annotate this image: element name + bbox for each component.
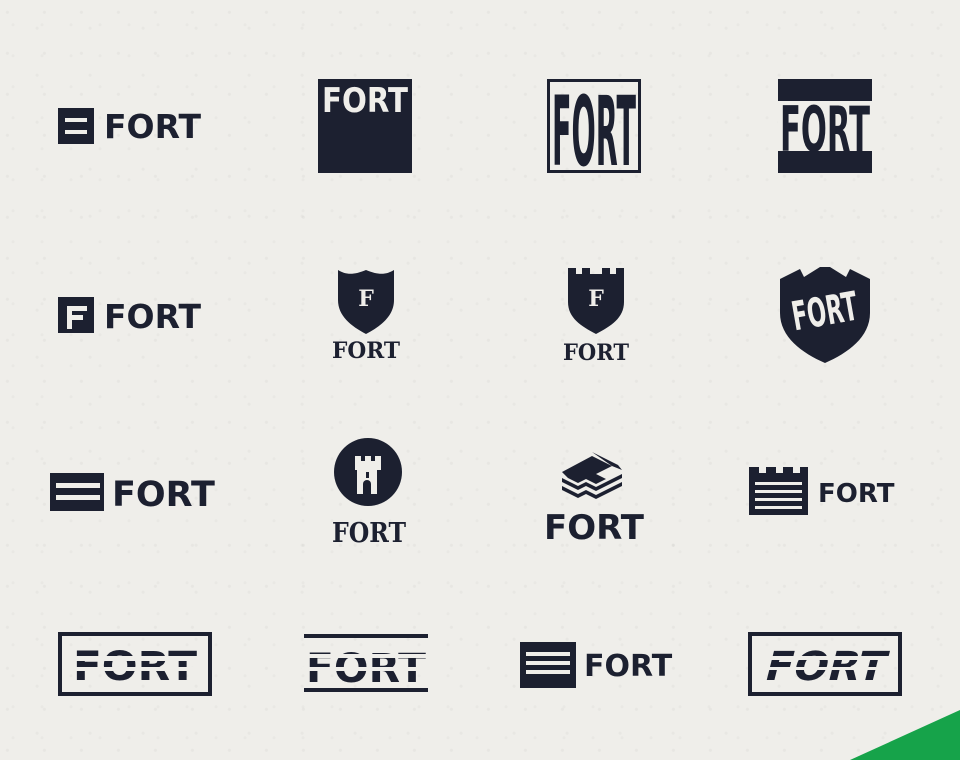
logo-12: FORT bbox=[749, 467, 895, 515]
logo-13: FORT bbox=[58, 632, 212, 696]
logo-2: FORT bbox=[318, 79, 412, 173]
wordmark: FORT bbox=[112, 475, 215, 514]
logo-1: FORT bbox=[58, 107, 202, 146]
striped-square-icon bbox=[520, 642, 576, 688]
layered-f-icon bbox=[562, 452, 622, 499]
monogram: F bbox=[358, 286, 374, 312]
logo-9: FORT bbox=[50, 473, 215, 514]
logo-16: FORT bbox=[748, 632, 902, 696]
square-bars-icon bbox=[58, 108, 94, 144]
bars-icon bbox=[50, 473, 104, 511]
wordmark: FORT bbox=[332, 338, 401, 364]
green-corner-accent bbox=[850, 710, 960, 760]
logo-6: F FORT bbox=[332, 270, 401, 364]
wordmark: FORT bbox=[544, 508, 645, 546]
logo-7: F FORT bbox=[563, 268, 630, 366]
wordmark: FORT bbox=[322, 81, 409, 121]
wordmark: FORT bbox=[780, 93, 870, 166]
logo-15: FORT bbox=[520, 642, 673, 688]
wordmark: FORT bbox=[818, 479, 895, 509]
wordmark: FORT bbox=[104, 297, 202, 336]
wordmark: FORT bbox=[332, 518, 406, 548]
logo-5: FORT bbox=[58, 297, 202, 336]
logo-8: FORT bbox=[780, 267, 870, 363]
logo-14: FORT bbox=[302, 634, 430, 692]
wordmark: FORT bbox=[761, 643, 893, 690]
monogram: F bbox=[588, 286, 604, 312]
wordmark: FORT bbox=[104, 107, 202, 146]
logo-10: FORT bbox=[332, 438, 406, 548]
logo-3: FORT bbox=[547, 79, 641, 173]
logo-11: FORT bbox=[544, 452, 645, 546]
logo-4: FORT bbox=[778, 79, 872, 173]
wordmark: FORT bbox=[584, 649, 673, 684]
wordmark: FORT bbox=[552, 79, 636, 173]
battlement-icon bbox=[749, 467, 808, 515]
wordmark: FORT bbox=[563, 340, 630, 366]
f-square-icon bbox=[58, 297, 94, 333]
